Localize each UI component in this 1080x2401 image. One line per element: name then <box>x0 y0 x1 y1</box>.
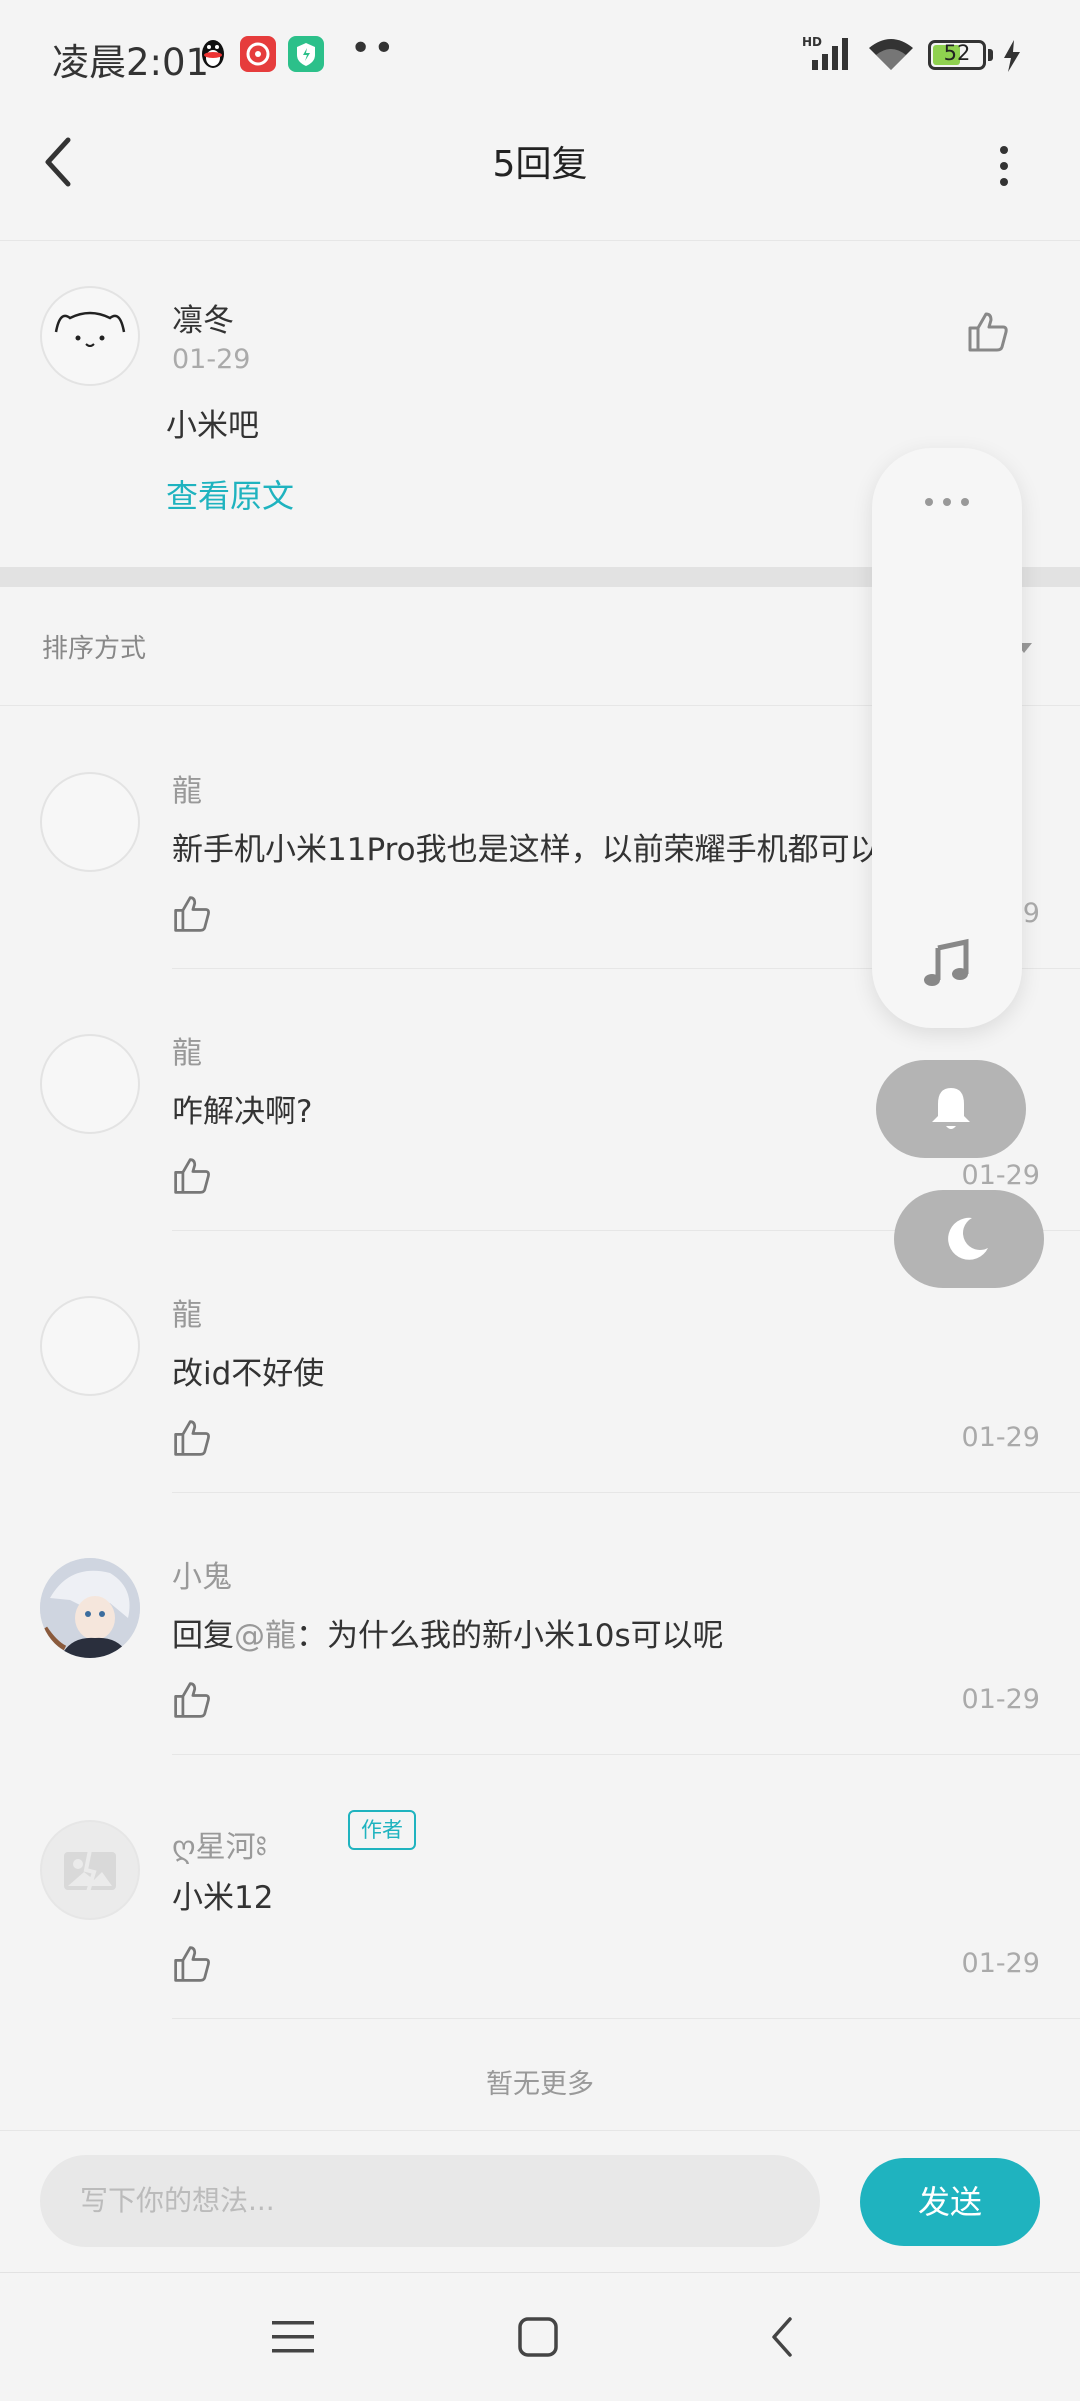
view-original-link[interactable]: 查看原文 <box>166 471 294 517</box>
status-bar: 凌晨2:01 •• HD 52 <box>0 0 1080 115</box>
bell-icon <box>932 1088 970 1129</box>
sort-label[interactable]: 排序方式 <box>42 628 146 665</box>
dark-mode-toggle[interactable] <box>894 1190 1044 1288</box>
reply-date: 01-29 <box>961 1422 1040 1453</box>
reply-like-button[interactable] <box>172 1680 212 1724</box>
reply-author[interactable]: 龍 <box>172 1028 202 1072</box>
op-content: 小米吧 <box>166 408 259 444</box>
music-button[interactable] <box>922 938 972 992</box>
toolbox-more-button[interactable] <box>923 494 971 513</box>
op-like-button[interactable] <box>966 310 1010 358</box>
reply-avatar[interactable] <box>40 772 140 872</box>
cat-avatar-icon <box>54 311 126 347</box>
more-notifications-icon: •• <box>350 28 397 69</box>
reply-avatar[interactable] <box>40 1820 140 1920</box>
anime-avatar-icon <box>40 1558 140 1658</box>
system-nav-bar <box>0 2272 1080 2401</box>
reply-content: 改id不好使 <box>172 1356 325 1392</box>
more-vertical-icon <box>1000 146 1008 186</box>
send-button[interactable]: 发送 <box>860 2158 1040 2246</box>
broken-image-icon <box>64 1849 116 1893</box>
reply-avatar[interactable] <box>40 1296 140 1396</box>
reply-like-button[interactable] <box>172 894 212 938</box>
reply-author[interactable]: 龍 <box>172 1290 202 1334</box>
reply-content: 咋解决啊? <box>172 1094 313 1130</box>
notification-toggle[interactable] <box>876 1060 1026 1158</box>
home-icon <box>518 2317 558 2357</box>
reply-divider <box>172 2018 1080 2019</box>
reply-content: 新手机小米11Pro我也是这样，以前荣耀手机都可以玩 <box>172 832 912 868</box>
signal-icon: HD <box>802 34 856 78</box>
status-time: 凌晨2:01 <box>52 41 210 84</box>
qq-icon <box>196 36 230 78</box>
reply-date: 01-29 <box>961 1684 1040 1715</box>
thumbs-up-icon <box>174 896 210 932</box>
mention-link[interactable]: @龍 <box>234 1618 296 1654</box>
more-options-button[interactable] <box>992 144 1016 192</box>
charging-icon <box>1002 40 1022 76</box>
reply-avatar[interactable] <box>40 1034 140 1134</box>
moon-icon <box>948 1217 988 1260</box>
reply-like-button[interactable] <box>172 1418 212 1462</box>
battery-level: 52 <box>943 41 971 65</box>
reply-divider <box>172 1492 1080 1493</box>
music-note-icon <box>924 938 969 986</box>
op-avatar[interactable] <box>40 286 140 386</box>
svg-text:HD: HD <box>802 35 822 49</box>
author-badge: 作者 <box>348 1810 416 1850</box>
floating-toolbox-panel <box>872 448 1022 1028</box>
header-divider <box>0 240 1080 241</box>
no-more-text: 暂无更多 <box>486 2069 594 2100</box>
input-divider <box>0 2130 1080 2131</box>
op-date: 01-29 <box>172 344 251 375</box>
thumbs-up-icon <box>174 1420 210 1456</box>
reply-date: 01-29 <box>961 1948 1040 1979</box>
reply-author[interactable]: 龍 <box>172 766 202 810</box>
battery-cap <box>988 49 993 61</box>
reply-prefix: 回复 <box>172 1618 234 1654</box>
thumbs-up-icon <box>174 1682 210 1718</box>
thumbs-up-icon <box>174 1946 210 1982</box>
reply-date: 01-29 <box>961 1160 1040 1191</box>
reply-divider <box>172 1754 1080 1755</box>
reply-text: ：为什么我的新小米10s可以呢 <box>296 1618 724 1654</box>
reply-content: 小米12 <box>172 1880 274 1916</box>
thumbs-up-icon <box>174 1158 210 1194</box>
security-app-icon <box>288 36 324 72</box>
op-author[interactable]: 凛冬 <box>172 295 234 340</box>
reply-content: 回复@龍：为什么我的新小米10s可以呢 <box>172 1610 724 1655</box>
comment-input[interactable]: 写下你的想法... <box>40 2155 820 2247</box>
thumbs-up-icon <box>968 312 1008 352</box>
menu-icon <box>272 2321 314 2353</box>
page-title: 5回复 <box>492 144 588 185</box>
more-horizontal-icon <box>925 498 969 506</box>
battery-icon: 52 <box>928 40 986 70</box>
reply-like-button[interactable] <box>172 1156 212 1200</box>
back-nav-button[interactable] <box>768 2315 796 2363</box>
home-nav-button[interactable] <box>518 2317 558 2361</box>
netease-music-icon <box>240 36 276 72</box>
menu-nav-button[interactable] <box>272 2317 314 2361</box>
back-nav-icon <box>772 2317 792 2357</box>
reply-author[interactable]: 小鬼 <box>172 1552 232 1596</box>
reply-like-button[interactable] <box>172 1944 212 1988</box>
reply-avatar[interactable] <box>40 1558 140 1658</box>
wifi-icon <box>866 36 916 76</box>
